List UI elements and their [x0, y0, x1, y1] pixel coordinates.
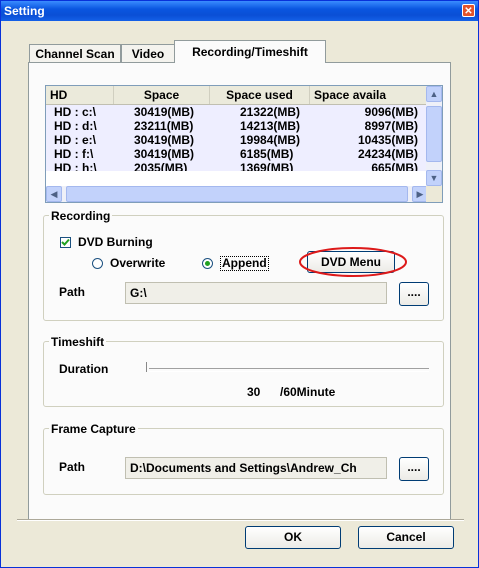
cell-hd: HD : f:\	[54, 147, 94, 161]
scroll-down-button[interactable]: ▼	[426, 170, 442, 186]
cell-space: 30419(MB)	[134, 105, 195, 119]
browse-label: ....	[407, 285, 421, 299]
duration-slider-thumb[interactable]	[146, 362, 151, 372]
column-header-space-available[interactable]: Space availa	[310, 86, 430, 104]
cancel-button[interactable]: Cancel	[358, 526, 454, 549]
tab-label: Recording/Timeshift	[192, 45, 308, 59]
cell-space-available: 665(MB)	[371, 161, 418, 171]
horizontal-scrollbar[interactable]: ◀ ▶	[46, 186, 428, 202]
dvd-burning-label: DVD Burning	[78, 235, 153, 249]
cell-space: 2035(MB)	[134, 161, 188, 171]
overwrite-label: Overwrite	[110, 256, 166, 270]
vertical-scrollbar[interactable]: ▲ ▼	[426, 86, 442, 186]
scroll-thumb-vertical[interactable]	[426, 106, 442, 162]
footer-divider	[17, 519, 464, 521]
settings-window: Setting ✕ Channel Scan Video Recording/T…	[0, 0, 479, 568]
table-row[interactable]: HD : e:\ 30419(MB) 19984(MB) 10435(MB)	[46, 133, 428, 147]
cell-space-available: 9096(MB)	[364, 105, 418, 119]
cell-space-used: 1369(MB)	[240, 161, 294, 171]
frame-capture-browse-button[interactable]: ....	[399, 457, 429, 481]
tab-label: Video	[131, 47, 165, 61]
title-bar[interactable]: Setting ✕	[1, 1, 478, 21]
cell-space-used: 21322(MB)	[240, 105, 301, 119]
recording-browse-button[interactable]: ....	[399, 282, 429, 306]
table-row[interactable]: HD : f:\ 30419(MB) 6185(MB) 24234(MB)	[46, 147, 428, 161]
annotation-circle	[299, 247, 407, 277]
duration-value: 30	[247, 385, 261, 399]
cell-space-available: 10435(MB)	[357, 133, 418, 147]
browse-label: ....	[407, 460, 421, 474]
table-row[interactable]: HD : d:\ 23211(MB) 14213(MB) 8997(MB)	[46, 119, 428, 133]
cell-space-available: 8997(MB)	[364, 119, 418, 133]
window-title: Setting	[4, 4, 45, 18]
cell-space-used: 6185(MB)	[240, 147, 294, 161]
duration-label: Duration	[59, 362, 109, 376]
close-icon: ✕	[464, 6, 473, 17]
cell-hd: HD : c:\	[54, 105, 96, 119]
chevron-down-icon: ▼	[429, 173, 439, 183]
scroll-left-button[interactable]: ◀	[46, 186, 62, 202]
cell-hd: HD : d:\	[54, 119, 97, 133]
overwrite-radio[interactable]	[92, 258, 103, 269]
dvd-burning-checkbox[interactable]	[60, 237, 71, 248]
tab-channel-scan[interactable]: Channel Scan	[29, 44, 121, 62]
cell-space-used: 19984(MB)	[240, 133, 301, 147]
cell-hd: HD : h:\	[54, 161, 97, 171]
recording-path-label: Path	[59, 285, 86, 299]
frame-capture-path-field[interactable]: D:\Documents and Settings\Andrew_Ch	[125, 457, 387, 479]
append-radio[interactable]	[202, 258, 213, 269]
chevron-left-icon: ◀	[50, 189, 58, 199]
cell-space: 23211(MB)	[134, 119, 194, 133]
radio-selected-dot	[205, 261, 210, 266]
cell-space-available: 24234(MB)	[357, 147, 418, 161]
cell-space: 30419(MB)	[134, 147, 195, 161]
checkmark-icon	[61, 238, 70, 246]
frame-capture-group-label: Frame Capture	[49, 422, 138, 436]
tab-video[interactable]: Video	[121, 44, 175, 62]
cell-hd: HD : e:\	[54, 133, 96, 147]
recording-path-field[interactable]: G:\	[125, 282, 387, 304]
tab-label: Channel Scan	[35, 47, 115, 61]
duration-max-text: /60Minute	[280, 385, 336, 399]
duration-slider-track[interactable]	[149, 368, 429, 372]
scroll-corner	[426, 186, 442, 202]
scroll-thumb-horizontal[interactable]	[66, 186, 408, 202]
chevron-right-icon: ▶	[416, 189, 424, 199]
drive-list-header: HD Space Space used Space availa	[46, 86, 442, 105]
cancel-label: Cancel	[386, 530, 426, 544]
drive-list[interactable]: HD Space Space used Space availa HD : c:…	[45, 85, 443, 203]
tab-recording-timeshift[interactable]: Recording/Timeshift	[174, 40, 326, 63]
timeshift-group-label: Timeshift	[49, 335, 107, 349]
ok-button[interactable]: OK	[245, 526, 341, 549]
close-button[interactable]: ✕	[462, 4, 475, 17]
column-header-space-used[interactable]: Space used	[210, 86, 310, 104]
ok-label: OK	[284, 530, 302, 544]
frame-capture-path-label: Path	[59, 460, 86, 474]
recording-group-label: Recording	[49, 209, 113, 223]
column-header-hd[interactable]: HD	[46, 86, 114, 104]
column-header-space[interactable]: Space	[114, 86, 210, 104]
table-row[interactable]: HD : c:\ 30419(MB) 21322(MB) 9096(MB)	[46, 105, 428, 119]
cell-space-used: 14213(MB)	[240, 119, 301, 133]
table-row[interactable]: HD : h:\ 2035(MB) 1369(MB) 665(MB)	[46, 161, 428, 171]
append-label: Append	[220, 256, 269, 271]
chevron-up-icon: ▲	[429, 89, 439, 99]
cell-space: 30419(MB)	[134, 133, 195, 147]
scroll-up-button[interactable]: ▲	[426, 86, 442, 102]
